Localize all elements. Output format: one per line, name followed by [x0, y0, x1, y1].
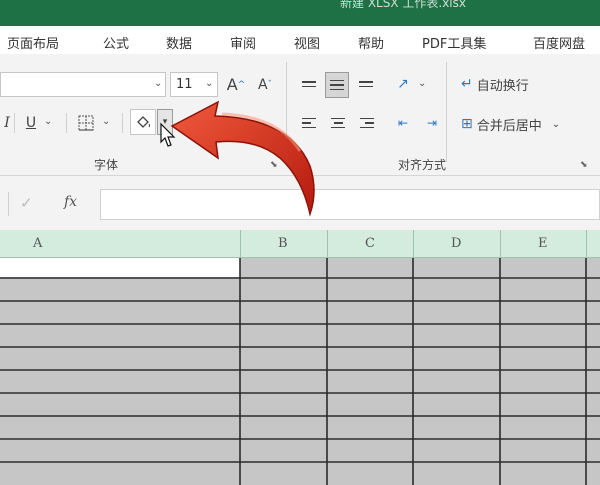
window-title: 新建 XLSX 工作表.xlsx — [340, 0, 466, 10]
tab-help[interactable]: 帮助 — [358, 33, 384, 52]
chevron-down-icon[interactable]: ⌄ — [102, 116, 110, 127]
paint-bucket-icon — [137, 116, 150, 128]
align-top-button[interactable] — [298, 72, 320, 96]
orientation-button[interactable]: ↗ — [390, 72, 416, 96]
decrease-indent-button[interactable]: ⇤ — [392, 112, 414, 134]
increase-indent-button[interactable]: ⇥ — [421, 112, 443, 134]
check-icon[interactable]: ✓ — [20, 194, 33, 212]
increase-font-button[interactable]: A ^ — [224, 72, 248, 97]
chevron-down-icon[interactable]: ⌄ — [154, 78, 162, 89]
underline-button[interactable]: U — [20, 111, 42, 135]
borders-button[interactable] — [74, 111, 98, 135]
alignment-group-label: 对齐方式 — [398, 158, 447, 172]
column-divider — [586, 230, 587, 258]
column-header-e[interactable]: E — [538, 236, 548, 251]
column-divider — [327, 230, 328, 258]
separator — [122, 113, 123, 133]
annotation-arrow — [170, 100, 315, 217]
decrease-indent-icon: ⇤ — [397, 116, 409, 130]
cell-grid[interactable] — [0, 258, 600, 485]
align-center-button[interactable] — [327, 112, 349, 134]
merge-center-label: 合并后居中 — [476, 118, 542, 134]
italic-button[interactable]: I — [0, 111, 14, 135]
font-size-value: 11 — [176, 77, 193, 92]
align-middle-button[interactable] — [325, 72, 349, 98]
chevron-down-icon: ⌄ — [551, 118, 561, 130]
tab-baidu-netdisk[interactable]: 百度网盘 — [533, 33, 585, 52]
tab-review[interactable]: 审阅 — [230, 33, 256, 52]
align-center-icon — [331, 117, 345, 129]
tab-view[interactable]: 视图 — [294, 33, 320, 52]
tab-page-layout[interactable]: 页面布局 — [7, 33, 59, 52]
fill-color-button[interactable] — [130, 109, 156, 135]
borders-icon — [78, 115, 94, 131]
decrease-font-button[interactable]: Aˇ — [253, 72, 277, 97]
increase-indent-icon: ⇥ — [426, 116, 438, 130]
separator — [14, 113, 15, 133]
chevron-down-icon[interactable]: ⌄ — [205, 78, 213, 89]
align-bottom-button[interactable] — [355, 72, 377, 96]
column-divider — [240, 230, 241, 258]
column-header-c[interactable]: C — [365, 236, 375, 251]
insert-function-button[interactable]: fx — [64, 194, 77, 210]
wrap-text-button[interactable]: ↵ 自动换行 — [460, 72, 578, 96]
column-divider — [413, 230, 414, 258]
merge-center-button[interactable]: ⊞ 合并后居中 ⌄ — [460, 112, 584, 136]
tab-data[interactable]: 数据 — [166, 33, 192, 52]
align-middle-icon — [330, 79, 344, 91]
tab-formulas[interactable]: 公式 — [103, 33, 129, 52]
wrap-text-icon: ↵ — [461, 76, 473, 92]
chevron-down-icon[interactable]: ⌄ — [44, 116, 52, 127]
align-bottom-icon — [359, 81, 373, 87]
text-orientation-icon: ↗ — [397, 76, 409, 92]
group-separator — [446, 62, 447, 162]
align-right-button[interactable] — [356, 112, 378, 134]
active-cell[interactable] — [0, 258, 240, 277]
merge-center-icon: ⊞ — [461, 116, 473, 132]
separator — [8, 192, 9, 216]
align-top-icon — [302, 81, 316, 87]
wrap-text-label: 自动换行 — [476, 78, 529, 94]
dialog-launcher-icon[interactable]: ⬊ — [580, 160, 588, 170]
align-right-icon — [360, 117, 374, 129]
chevron-down-icon[interactable]: ⌄ — [418, 78, 426, 89]
font-name-dropdown[interactable] — [0, 72, 166, 97]
title-bar — [0, 0, 600, 26]
column-header-d[interactable]: D — [451, 236, 461, 251]
column-header-row — [0, 230, 600, 258]
column-header-b[interactable]: B — [278, 236, 288, 251]
column-divider — [500, 230, 501, 258]
separator — [66, 113, 67, 133]
tab-pdf-tools[interactable]: PDF工具集 — [422, 33, 486, 52]
column-header-a[interactable]: A — [33, 236, 42, 251]
font-group-label: 字体 — [94, 158, 119, 172]
